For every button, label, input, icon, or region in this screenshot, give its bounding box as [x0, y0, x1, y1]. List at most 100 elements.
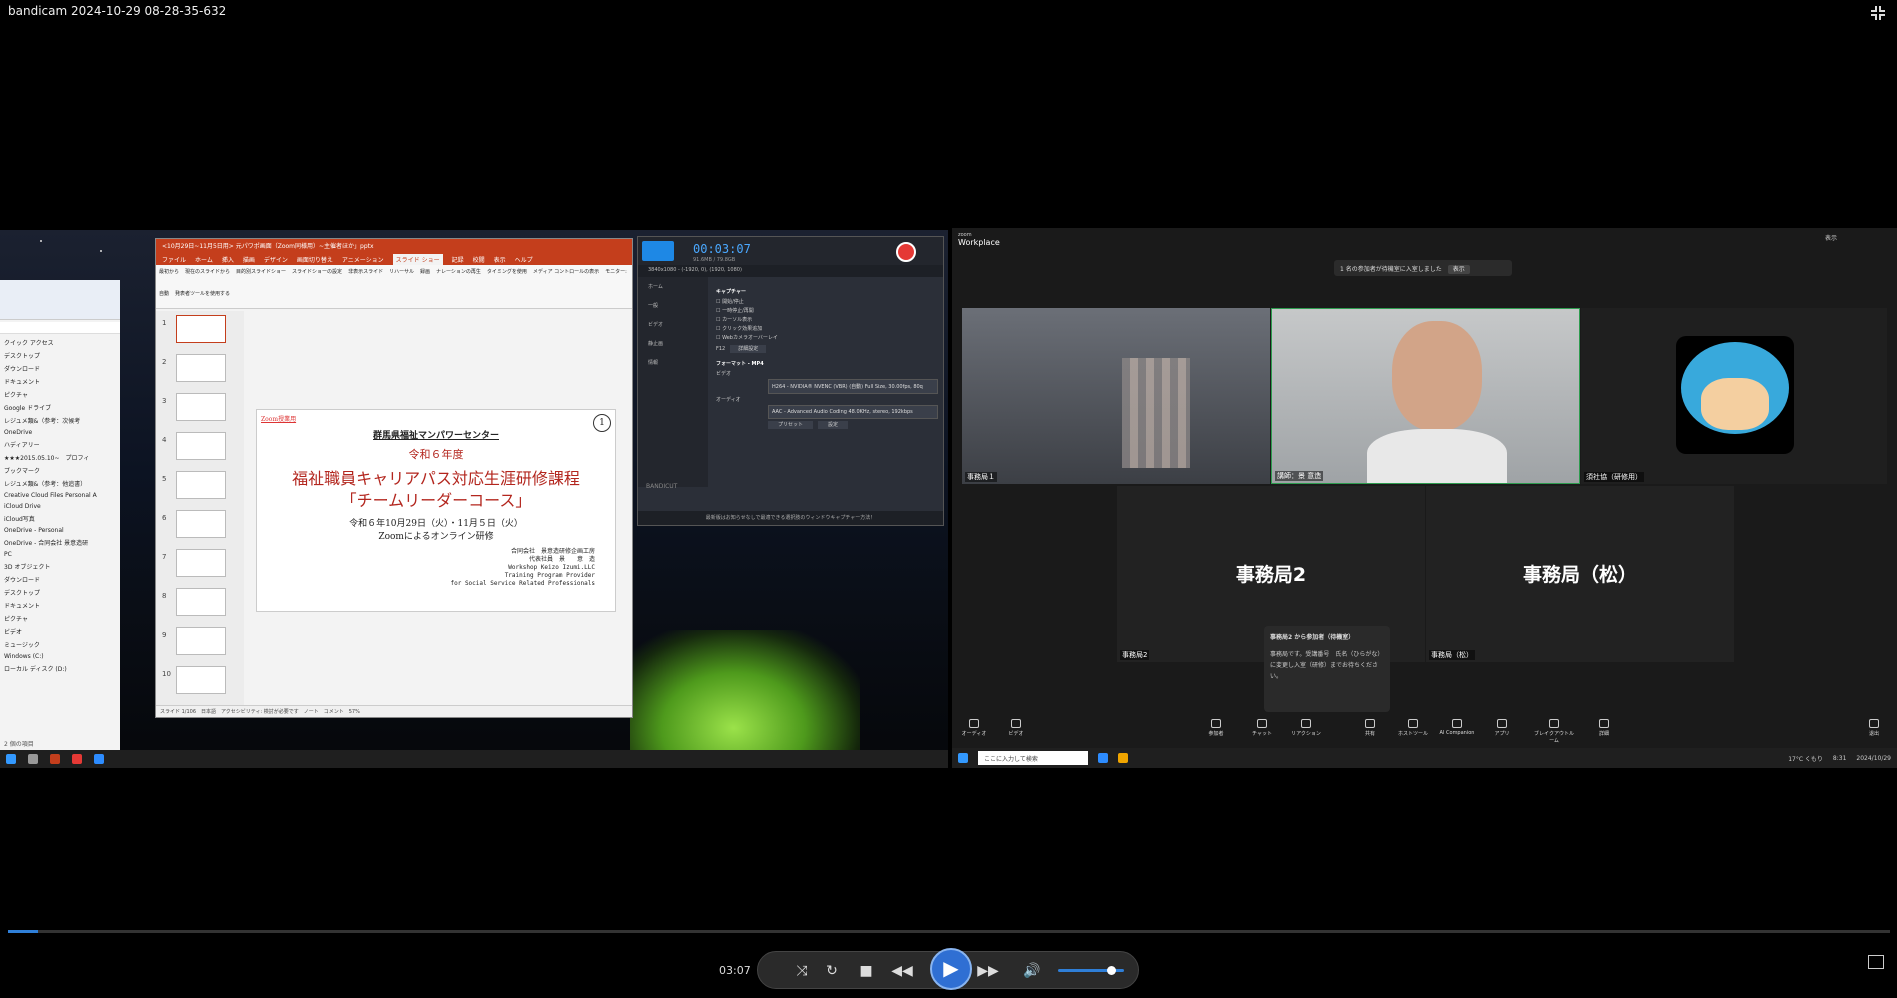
ppt-tab[interactable]: 挿入 [222, 255, 234, 264]
windows-start-icon[interactable] [958, 753, 968, 763]
explorer-nav-item[interactable]: Google ドライブ [0, 401, 120, 414]
explorer-nav-item[interactable]: ダウンロード [0, 573, 120, 586]
slide-thumbnail[interactable] [176, 627, 226, 655]
explorer-taskbar-icon[interactable] [1118, 753, 1128, 763]
ppt-tab[interactable]: 校閲 [473, 255, 485, 264]
explorer-nav-item[interactable]: OneDrive - Personal [0, 525, 120, 536]
explorer-nav-item[interactable]: ★★★2015.05.10~ プロフィ [0, 451, 120, 464]
bandicam-side-item[interactable]: ビデオ [638, 315, 708, 334]
explorer-nav-item[interactable]: ハディアリー [0, 438, 120, 451]
toolbar-4[interactable]: リアクション [1284, 719, 1328, 737]
zoom-window[interactable]: zoom Workplace 表示 1 名の参加者が待機室に入室しました 表示 事務… [952, 228, 1897, 768]
video-tile-avatar[interactable]: 須社協（研修用） [1581, 308, 1887, 484]
toolbar-9[interactable]: ブレイクアウトルーム [1532, 719, 1576, 744]
toolbar-6[interactable]: ホストツール [1391, 719, 1435, 737]
video-tile-office1[interactable]: 事務局１ [962, 308, 1270, 484]
volume-icon[interactable]: 🔊 [1020, 960, 1044, 984]
slide-thumbnail[interactable] [176, 393, 226, 421]
ppt-tab[interactable]: ファイル [162, 255, 186, 264]
video-tile-speaker[interactable]: 講師：景 意造 [1271, 308, 1580, 484]
explorer-nav-item[interactable]: Creative Cloud Files Personal A [0, 490, 120, 501]
explorer-nav-item[interactable]: ドキュメント [0, 599, 120, 612]
toolbar-1[interactable]: ビデオ [994, 719, 1038, 737]
explorer-nav-item[interactable]: PC [0, 549, 120, 560]
ribbon-item[interactable]: ナレーションの再生 [436, 268, 481, 284]
slide-thumbnail[interactable] [176, 354, 226, 382]
explorer-nav-item[interactable]: レジュメ類&（参考：他追書） [0, 477, 120, 490]
toolbar-10[interactable]: 詳細 [1582, 719, 1626, 737]
fast-forward-icon[interactable]: ▶▶ [976, 960, 1000, 984]
ribbon-item[interactable]: タイミングを使用 [487, 268, 527, 284]
settings-button[interactable]: 設定 [818, 421, 849, 429]
slide-thumbnail[interactable] [176, 510, 226, 538]
ribbon-item[interactable]: 最初から [159, 268, 179, 284]
slide-thumbnail[interactable] [176, 588, 226, 616]
slide-thumbnail[interactable] [176, 549, 226, 577]
explorer-nav-item[interactable]: Windows (C:) [0, 651, 120, 662]
windows-start-icon[interactable] [6, 754, 16, 764]
slide-thumbnail[interactable] [176, 666, 226, 694]
ribbon-item[interactable]: モニター: [605, 268, 627, 284]
capture-option[interactable]: ☐ Webカメラオーバーレイ [716, 334, 938, 341]
stop-recording-button[interactable] [896, 242, 916, 262]
explorer-nav-item[interactable]: iCloud写真 [0, 512, 120, 525]
toolbar-8[interactable]: アプリ [1480, 719, 1524, 737]
bandicam-side-item[interactable]: 情報 [638, 353, 708, 372]
volume-slider[interactable] [1058, 966, 1124, 975]
repeat-icon[interactable]: ↻ [820, 960, 844, 984]
slide-thumbnail[interactable] [176, 315, 226, 343]
file-explorer-window[interactable]: クイック アクセス デスクトップ ダウンロード ドキュメント ピクチャ Google ドラ… [0, 280, 120, 750]
ppt-tab[interactable]: 描画 [243, 255, 255, 264]
capture-option[interactable]: ☐ 開始/停止 [716, 298, 938, 305]
ppt-tab[interactable]: ホーム [195, 255, 213, 264]
powerpoint-window[interactable]: <10月29日~11月5日用> 元パワポ画面（Zoom同様用）~主催者ほか」pp… [155, 238, 633, 718]
bandicam-side-item[interactable]: 一般 [638, 296, 708, 315]
toolbar-3[interactable]: チャット [1240, 719, 1284, 737]
capture-area[interactable]: 3840x1080 - (-1920, 0), (1920, 1080) [638, 265, 943, 277]
capture-option[interactable]: ☐ クリック効果追加 [716, 325, 938, 332]
explorer-nav-item[interactable]: ビデオ [0, 625, 120, 638]
ribbon-item[interactable]: 発表者ツールを使用する [175, 290, 230, 306]
ppt-tab[interactable]: 画面切り替え [297, 255, 333, 264]
chat-notification[interactable]: 事務局2 から参加者（待機室） 事務局です。受講番号 氏名（ひらがな） に変更し… [1264, 626, 1390, 712]
play-button[interactable]: ▶ [930, 948, 972, 990]
ribbon-item[interactable]: 目的別スライドショー [236, 268, 286, 284]
ribbon-item[interactable]: リハーサル [389, 268, 414, 284]
ribbon-item[interactable]: 非表示スライド [348, 268, 383, 284]
toolbar-0[interactable]: オーディオ [952, 719, 996, 737]
zoom-taskbar-icon[interactable] [94, 754, 104, 764]
bandicut-button[interactable]: BANDICUT [646, 483, 677, 490]
explorer-nav-item[interactable]: OneDrive - 合同会社 景意造研 [0, 536, 120, 549]
ppt-tab[interactable]: ヘルプ [515, 255, 533, 264]
slide-thumbnails[interactable]: 1 2 3 4 5 6 7 8 9 10 [156, 311, 244, 707]
preset-button[interactable]: プリセット [768, 421, 814, 429]
exit-fullscreen-icon[interactable] [1869, 4, 1887, 22]
toolbar-11[interactable]: 退出 [1852, 719, 1896, 737]
ribbon-item[interactable]: メディア コントロールの表示 [533, 268, 599, 284]
video-tile-office-matsu[interactable]: 事務局（松） 事務局（松） [1426, 486, 1734, 662]
search-icon[interactable] [28, 754, 38, 764]
explorer-nav-item[interactable]: ピクチャ [0, 612, 120, 625]
explorer-nav-item[interactable]: ブックマーク [0, 464, 120, 477]
hotkey-field[interactable]: F12 [716, 346, 725, 352]
ppt-tab[interactable]: 表示 [494, 255, 506, 264]
ribbon-item[interactable]: 現在のスライドから [185, 268, 230, 284]
bandicam-taskbar-icon[interactable] [72, 754, 82, 764]
explorer-nav-item[interactable]: デスクトップ [0, 349, 120, 362]
zoom-taskbar-icon[interactable] [1098, 753, 1108, 763]
toolbar-2[interactable]: 参加者 [1194, 719, 1238, 737]
slide-thumbnail[interactable] [176, 432, 226, 460]
bandicam-side-item[interactable]: 静止画 [638, 334, 708, 353]
capture-option[interactable]: ☐ 一時停止/再開 [716, 307, 938, 314]
waiting-show-button[interactable]: 表示 [1447, 265, 1470, 274]
mini-player-icon[interactable] [1868, 955, 1884, 969]
explorer-nav-item[interactable]: OneDrive [0, 427, 120, 438]
shuffle-icon[interactable]: ⤨ [790, 960, 814, 984]
explorer-nav-item[interactable]: ダウンロード [0, 362, 120, 375]
bandicam-sidebar[interactable]: ホーム 一般 ビデオ 静止画 情報 [638, 277, 708, 487]
view-menu[interactable]: 表示 [1825, 233, 1837, 242]
explorer-address-bar[interactable] [0, 322, 120, 334]
stop-icon[interactable]: ■ [854, 960, 878, 984]
ribbon-item[interactable]: 録画 [420, 268, 430, 284]
explorer-nav-item[interactable]: クイック アクセス [0, 336, 120, 349]
